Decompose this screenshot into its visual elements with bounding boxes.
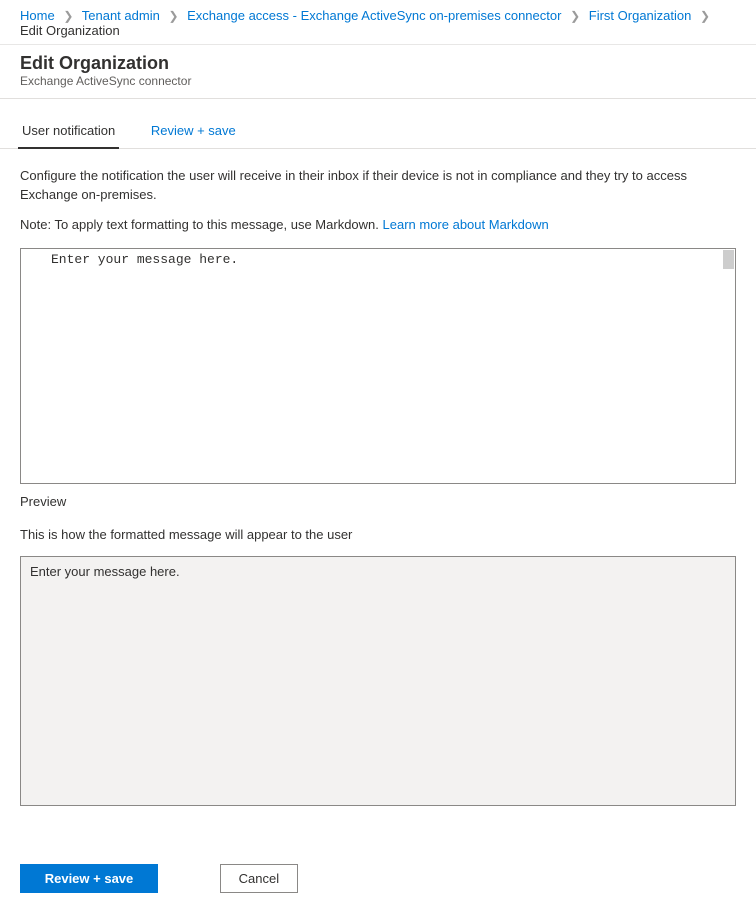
message-textarea-wrapper [20,248,736,484]
page-subtitle: Exchange ActiveSync connector [20,74,736,88]
tab-user-notification[interactable]: User notification [20,117,117,148]
note-text: Note: To apply text formatting to this m… [20,217,383,232]
page-header: Edit Organization Exchange ActiveSync co… [0,45,756,99]
learn-more-markdown-link[interactable]: Learn more about Markdown [383,217,549,232]
breadcrumb-tenant-admin[interactable]: Tenant admin [82,8,160,23]
tab-review-save[interactable]: Review + save [149,117,238,148]
breadcrumb-current: Edit Organization [20,23,120,38]
footer-actions: Review + save Cancel [0,850,756,911]
chevron-right-icon: ❯ [570,9,580,23]
preview-description: This is how the formatted message will a… [20,527,736,542]
breadcrumb-home[interactable]: Home [20,8,55,23]
markdown-note: Note: To apply text formatting to this m… [20,217,736,232]
chevron-right-icon: ❯ [63,9,73,23]
notification-description: Configure the notification the user will… [20,167,736,205]
scrollbar-thumb[interactable] [723,250,734,269]
content-area: Configure the notification the user will… [0,149,756,806]
breadcrumb-exchange-access[interactable]: Exchange access - Exchange ActiveSync on… [187,8,561,23]
cancel-button[interactable]: Cancel [220,864,298,893]
preview-content: Enter your message here. [30,564,180,579]
preview-box: Enter your message here. [20,556,736,806]
message-textarea[interactable] [21,249,735,483]
breadcrumb: Home ❯ Tenant admin ❯ Exchange access - … [0,0,756,45]
breadcrumb-first-organization[interactable]: First Organization [589,8,692,23]
page-title: Edit Organization [20,53,736,74]
preview-label: Preview [20,494,736,509]
tab-bar: User notification Review + save [0,99,756,149]
chevron-right-icon: ❯ [168,9,178,23]
chevron-right-icon: ❯ [700,9,710,23]
review-save-button[interactable]: Review + save [20,864,158,893]
